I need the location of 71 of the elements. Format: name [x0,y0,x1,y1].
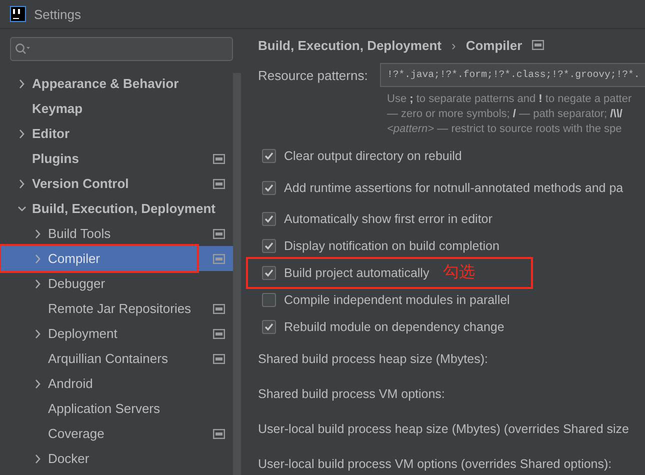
tree-item-label: Version Control [32,176,130,191]
checkbox-label: Rebuild module on dependency change [284,320,504,334]
tree-item[interactable]: Docker [0,446,233,471]
breadcrumb-item: Compiler [466,38,522,52]
tree-item[interactable]: Appearance & Behavior [0,71,233,96]
resource-patterns-field[interactable]: !?*.java;!?*.form;!?*.class;!?*.groovy;!?*. [380,63,645,87]
tree-item-label: Coverage [48,426,106,441]
breadcrumb-item: Build, Execution, Deployment [258,38,442,52]
checkbox-label: Clear output directory on rebuild [284,149,462,163]
tree-item[interactable]: Build, Execution, Deployment [0,196,233,221]
checkbox[interactable] [262,238,276,252]
checkbox-label: Add runtime assertions for notnull-annotated methods and pa [284,180,624,194]
checkbox-label: Compile independent modules in parallel [284,292,510,306]
hint-text: — zero or more symbols; / — path separator; /\\/ [387,107,624,122]
tree-item[interactable]: Plugins [0,146,233,171]
tree-item[interactable]: Remote Jar Repositories [0,296,233,321]
tree-item-label: Compiler [48,251,102,266]
tree-item[interactable]: Compiler [0,246,233,271]
tree-item-label: Build, Execution, Deployment [32,201,216,216]
checkbox[interactable] [262,149,276,163]
setting-label: User-local build process VM options (overrides Shared options): [258,456,613,473]
tree-item[interactable]: Keymap [0,96,233,121]
search-icon [15,43,31,55]
tree-item-label: Application Servers [48,401,161,416]
tree-item[interactable]: Version Control [0,171,233,196]
tree-item[interactable]: Android [0,371,233,396]
check-icon [264,240,274,250]
tree-item[interactable]: Editor [0,121,233,146]
setting-label: Shared build process VM options: [258,386,446,403]
breadcrumb-separator: › [451,38,456,52]
tree-item-label: Remote Jar Repositories [48,301,192,316]
checkbox[interactable] [262,212,276,226]
checkbox-label: Automatically show first error in editor [284,212,492,226]
tree-item-label: Deployment [48,326,118,341]
tree-item[interactable]: Application Servers [0,396,233,421]
tree-item-label: Plugins [32,151,80,166]
project-scope-icon [532,40,544,50]
check-icon [264,182,274,192]
check-icon [264,322,274,332]
app-logo-icon [10,6,26,22]
tree-item[interactable]: Build Tools [0,221,233,246]
setting-label: User-local build process heap size (Mbytes) (overrides Shared size [258,421,630,438]
tree-item-label: Appearance & Behavior [32,76,180,91]
scrollbar[interactable] [233,73,241,475]
tree-item[interactable]: Deployment [0,321,233,346]
hint-text: <pattern> — restrict to source roots with the spe [387,122,623,137]
check-icon [264,268,274,278]
setting-label: Shared build process heap size (Mbytes): [258,351,489,368]
search-field[interactable] [10,37,233,61]
checkbox-label: Build project automatically [284,266,430,280]
hint-text: Use ; to separate patterns and ! to negate a patter [387,92,633,107]
check-icon [264,214,274,224]
checkbox-label: Display notification on build completion [284,238,500,252]
tree-item-label: Arquillian Containers [48,351,169,366]
tree-item-label: Docker [48,451,90,466]
window-title: Settings [34,6,81,22]
checkbox[interactable] [262,266,276,280]
checkbox[interactable] [262,180,276,194]
checkbox[interactable] [262,320,276,334]
checkbox[interactable] [262,292,276,306]
field-label: Resource patterns: [258,68,369,82]
tree-item-label: Android [48,376,94,391]
tree-item[interactable]: Debugger [0,271,233,296]
tree-item[interactable]: Arquillian Containers [0,346,233,371]
tree-item[interactable]: Coverage [0,421,233,446]
tree-item-label: Debugger [48,276,106,291]
tree-item-label: Editor [32,126,71,141]
check-icon [264,151,274,161]
annotation-text: 勾选 [443,262,476,283]
tree-item-label: Keymap [32,101,84,116]
tree-item-label: Build Tools [48,226,112,241]
